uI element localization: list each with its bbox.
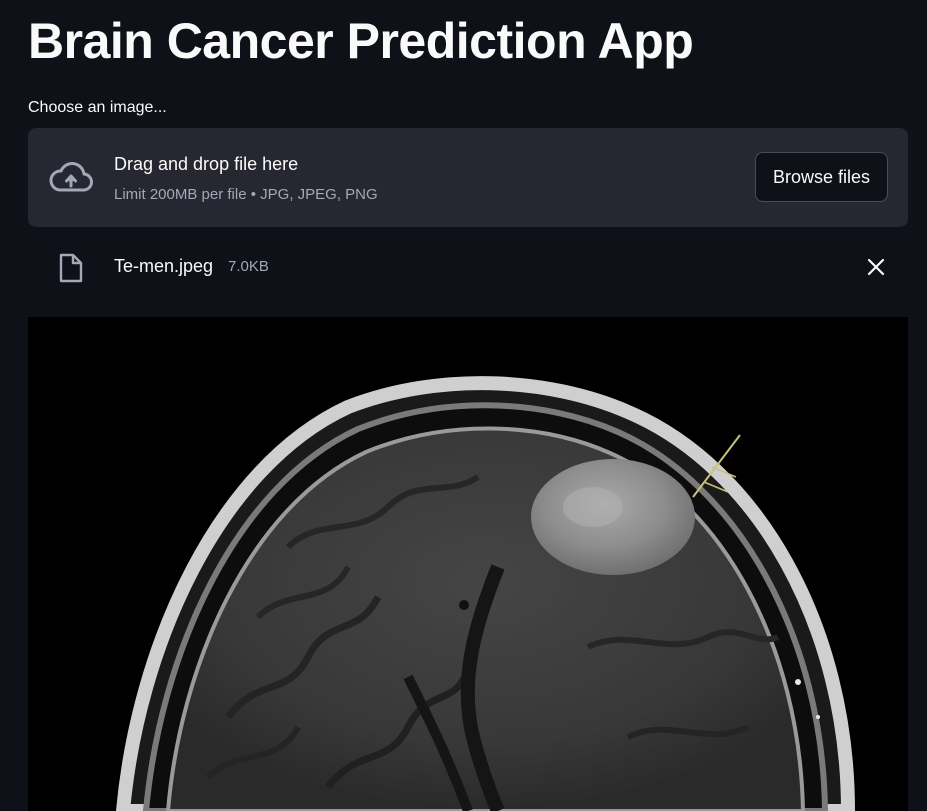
uploaded-file-item: Te-men.jpeg 7.0KB (28, 242, 908, 292)
mri-scan-image (28, 317, 908, 811)
uploaded-file-name: Te-men.jpeg (114, 256, 214, 276)
cloud-upload-icon (49, 162, 93, 192)
uploaded-file-size: 7.0KB (228, 258, 269, 275)
uploaded-image-preview (28, 317, 908, 811)
close-icon (867, 258, 885, 276)
remove-file-button[interactable] (864, 255, 888, 279)
file-dropzone[interactable]: Drag and drop file here Limit 200MB per … (28, 128, 908, 227)
uploader-label: Choose an image... (28, 99, 167, 116)
page-title: Brain Cancer Prediction App (28, 13, 694, 69)
dropzone-title: Drag and drop file here (114, 154, 299, 174)
app-page: Brain Cancer Prediction App Choose an im… (0, 0, 927, 811)
browse-files-button[interactable]: Browse files (755, 152, 888, 202)
file-icon (59, 253, 83, 283)
dropzone-hint: Limit 200MB per file • JPG, JPEG, PNG (114, 186, 378, 203)
